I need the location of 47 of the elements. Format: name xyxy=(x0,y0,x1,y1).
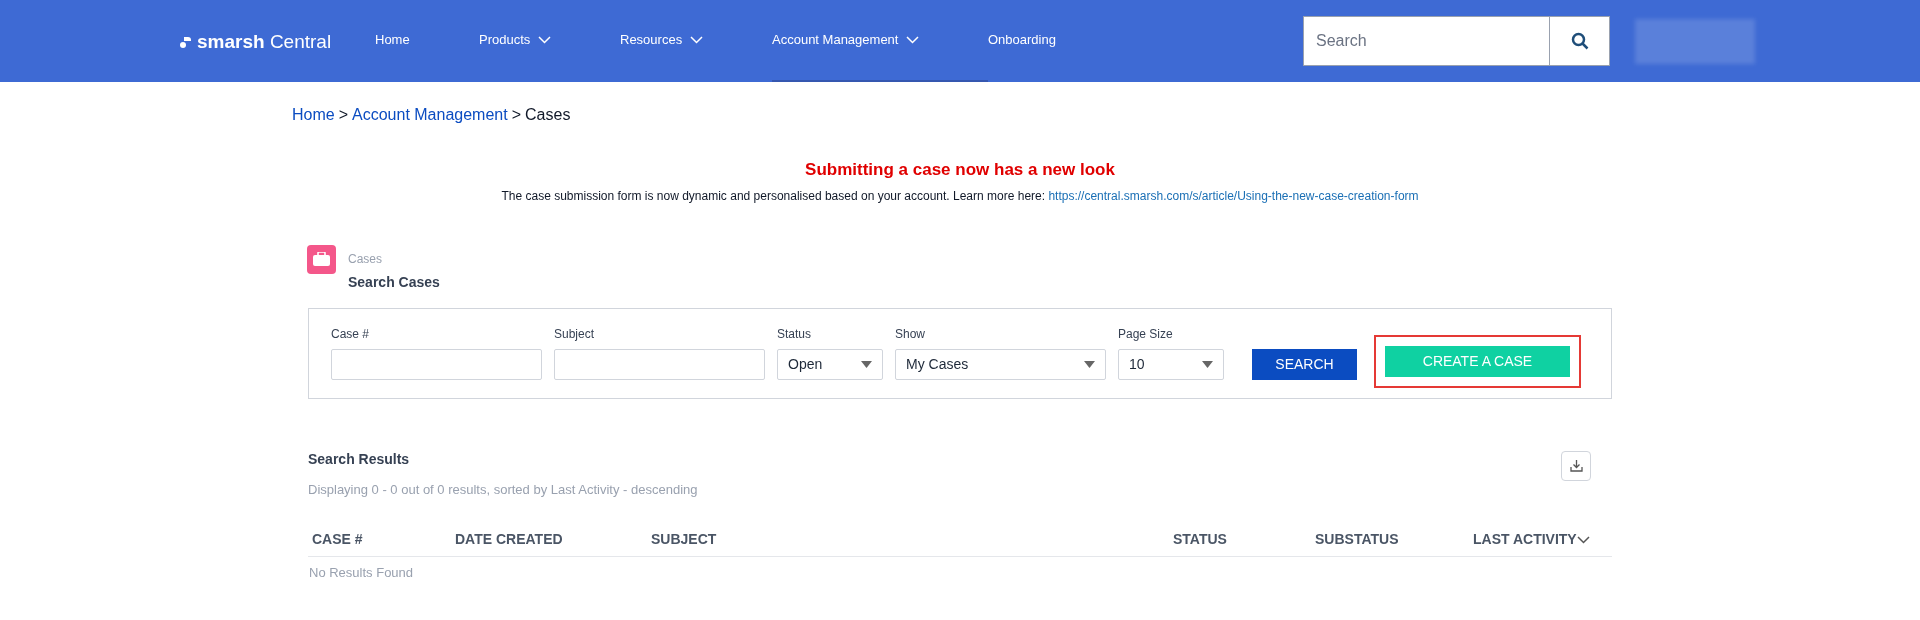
field-label: Page Size xyxy=(1118,325,1174,343)
results-summary: Displaying 0 - 0 out of 0 results, sorted by Last Activity - descending xyxy=(308,480,698,499)
breadcrumb-separator: > xyxy=(338,105,349,125)
caret-icon xyxy=(861,360,872,368)
field-label: Case # xyxy=(331,325,371,343)
chevron-down-icon xyxy=(1576,535,1590,544)
empty-message: No Results Found xyxy=(309,564,415,582)
caret-icon xyxy=(1084,360,1095,368)
column-header[interactable]: CASE # xyxy=(312,529,363,550)
object-label: Cases xyxy=(348,250,383,268)
column-header[interactable]: DATE CREATED xyxy=(455,529,563,550)
input-field[interactable] xyxy=(554,348,765,380)
dropdown[interactable]: 10 xyxy=(1118,348,1224,380)
logo[interactable]: smarsh Central xyxy=(197,31,332,51)
article-link[interactable]: https://central.smarsh.com/s/article/Using-the-new-case-creation-form xyxy=(1048,188,1419,203)
dropdown[interactable]: Open xyxy=(777,348,883,380)
dropdown[interactable]: My Cases xyxy=(895,348,1106,380)
download-button[interactable] xyxy=(1561,450,1591,481)
input-field[interactable] xyxy=(331,348,542,380)
breadcrumb-link[interactable]: Account Management xyxy=(352,103,508,127)
nav-link[interactable]: Products xyxy=(479,0,620,82)
column-header[interactable]: STATUS xyxy=(1173,529,1227,550)
search-button[interactable] xyxy=(1550,16,1610,66)
field-label: Show xyxy=(895,325,927,343)
breadcrumb-current: Cases xyxy=(525,105,571,125)
nav-link[interactable]: Onboarding xyxy=(988,0,1108,82)
nav-link[interactable]: Home xyxy=(375,0,479,82)
breadcrumb-separator: > xyxy=(511,105,522,125)
breadcrumb-link[interactable]: Home xyxy=(292,103,335,127)
download-icon xyxy=(1569,459,1583,472)
search-icon xyxy=(1570,32,1589,50)
briefcase-icon xyxy=(307,244,336,274)
section-title: Search Cases xyxy=(348,272,440,292)
results-title: Search Results xyxy=(308,449,411,469)
column-header[interactable]: SUBSTATUS xyxy=(1315,529,1399,550)
nav-link[interactable]: Account Management xyxy=(772,0,988,82)
field-label: Subject xyxy=(554,325,596,343)
column-header[interactable]: SUBJECT xyxy=(651,529,717,550)
column-header[interactable]: LAST ACTIVITY xyxy=(1473,529,1590,550)
field-label: Status xyxy=(777,325,813,343)
nav-link[interactable]: Resources xyxy=(620,0,772,82)
search-field[interactable]: Search xyxy=(1303,16,1550,66)
notice-title: Submitting a case now has a new look xyxy=(804,159,1116,181)
search-button[interactable]: SEARCH xyxy=(1252,348,1357,380)
caret-icon xyxy=(1202,360,1213,368)
logo-mark-icon xyxy=(180,36,191,48)
notice-text: The case submission form is now dynamic and personalised based on your account. Learn more here: https://central.smarsh.com/s/article/Using-the-new-case-creation-form xyxy=(500,187,1420,205)
